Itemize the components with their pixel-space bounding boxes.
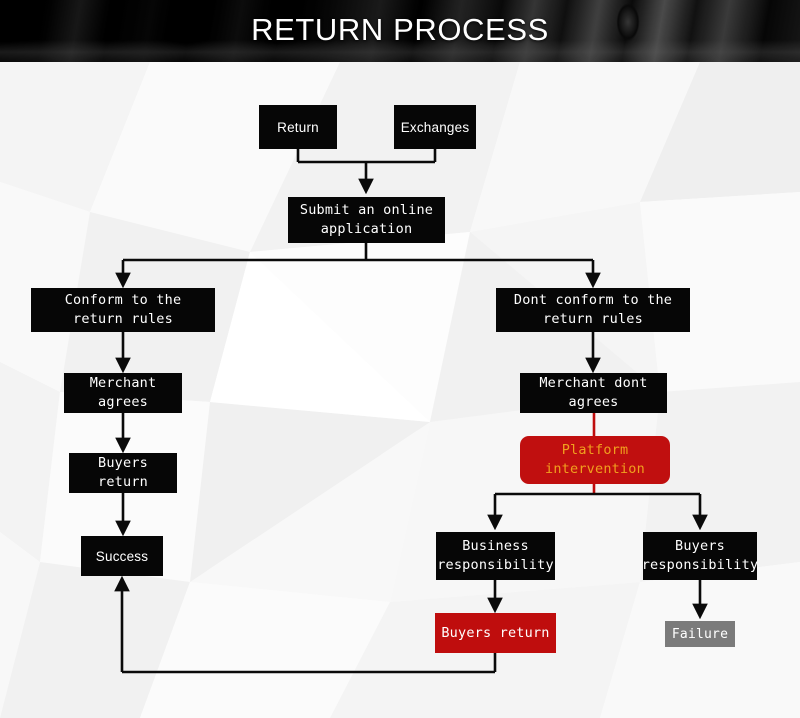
node-buyers-return-right[interactable]: Buyers return <box>435 613 556 653</box>
node-buyers-return-left[interactable]: Buyers return <box>69 453 177 493</box>
node-buyers-responsibility[interactable]: Buyers responsibility <box>642 532 758 580</box>
node-merchant-dont-agrees[interactable]: Merchant dont agrees <box>520 373 667 413</box>
page-header: RETURN PROCESS <box>0 0 800 62</box>
node-success[interactable]: Success <box>81 536 163 576</box>
node-merchant-agrees[interactable]: Merchant agrees <box>64 373 182 413</box>
node-return[interactable]: Return <box>259 105 337 149</box>
node-submit-application[interactable]: Submit an online application <box>288 197 445 243</box>
flowchart-canvas: Return Exchanges Submit an online applic… <box>0 62 800 718</box>
node-platform-intervention[interactable]: Platform intervention <box>520 436 670 484</box>
return-process-infographic: RETURN PROCESS Return Exchanges Submit a… <box>0 0 800 718</box>
page-title: RETURN PROCESS <box>251 12 549 47</box>
node-conform-to-return-rules[interactable]: Conform to the return rules <box>31 288 215 332</box>
node-dont-conform-to-return-rules[interactable]: Dont conform to the return rules <box>496 288 690 332</box>
node-exchanges[interactable]: Exchanges <box>394 105 476 149</box>
node-failure[interactable]: Failure <box>665 621 735 647</box>
node-business-responsibility[interactable]: Business responsibility <box>436 532 555 580</box>
